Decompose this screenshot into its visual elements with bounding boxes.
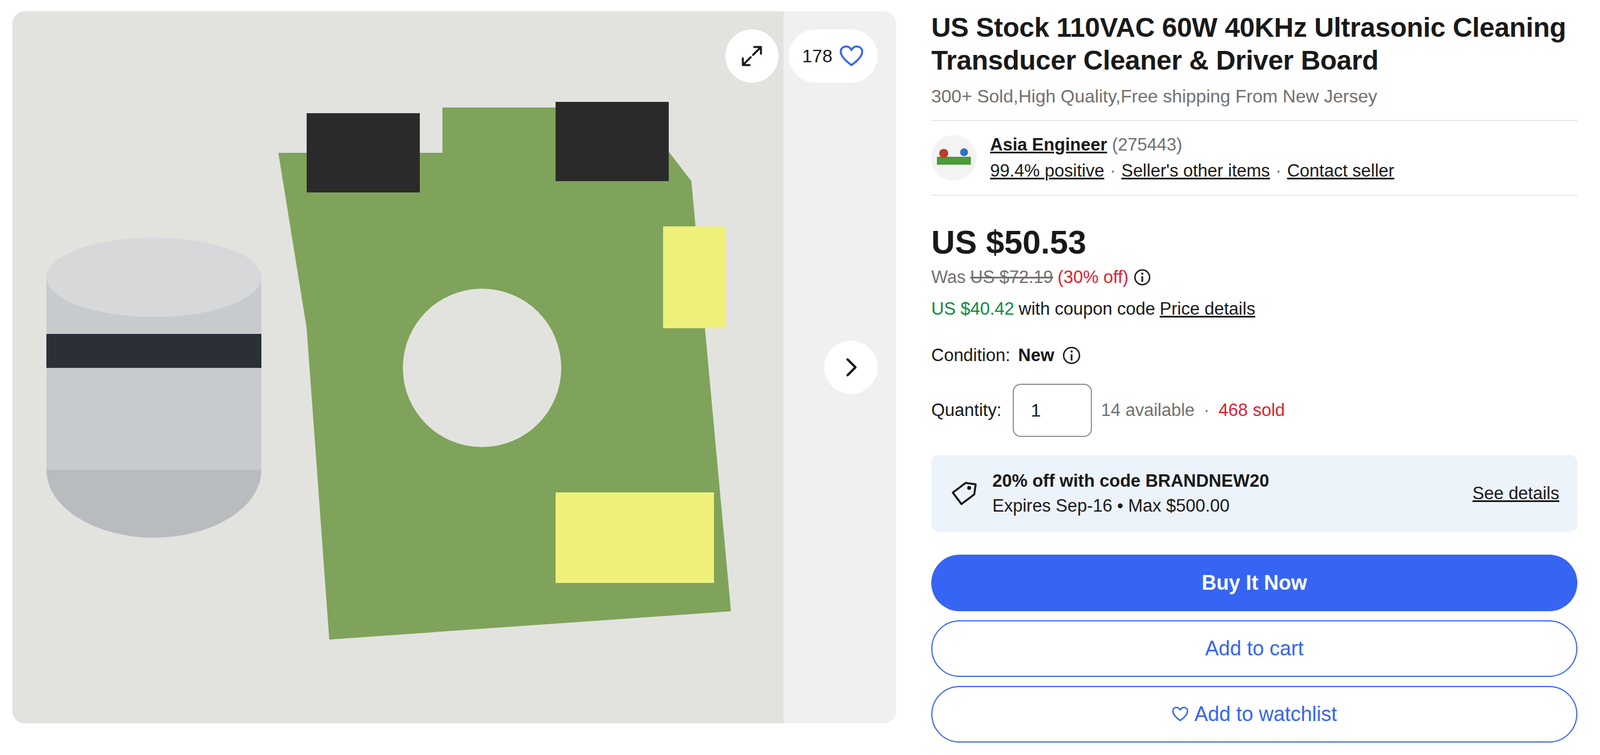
seller-link[interactable]: 99.4% positive [990,159,1105,183]
info-icon [1133,268,1152,287]
divider [931,194,1578,196]
coupon-text: with coupon code [1018,297,1156,321]
seller-info: Asia Engineer (275443)99.4% positive·Sel… [931,133,1578,183]
watchers-button[interactable]: 178 [788,29,878,83]
seller-name-link[interactable]: Asia Engineer [990,134,1108,155]
item-info: US Stock 110VAC 60W 40KHz Ultrasonic Cle… [931,11,1578,743]
condition-value: New [1018,343,1055,367]
seller-logo-icon [931,135,977,181]
tag-icon [949,479,978,508]
seller-name-line: Asia Engineer (275443) [990,133,1395,157]
quantity-input[interactable] [1012,383,1092,437]
condition: Condition: New [931,343,1578,367]
watchers-count: 178 [802,45,833,67]
was-price: US $72.19 [970,265,1054,289]
chevron-right-icon [839,355,863,379]
info-icon [1061,345,1082,365]
price-details-link[interactable]: Price details [1159,297,1256,321]
seller-link[interactable]: Contact seller [1287,159,1395,183]
expand-button[interactable] [725,29,779,83]
add-to-cart-button[interactable]: Add to cart [931,620,1578,677]
product-photo-art [12,11,784,724]
seller-avatar[interactable] [931,135,977,181]
product-photo[interactable] [12,11,784,724]
item-subtitle: 300+ Sold,High Quality,Free shipping Fro… [931,84,1578,108]
image-gallery: 178 [12,11,897,724]
listing-page: 178 US Stock 110VAC 60W 40KHz Ultrasonic … [0,0,1600,743]
discount: (30% off) [1057,265,1129,289]
watchlist-button[interactable]: Add to watchlist [931,685,1578,743]
quantity: Quantity: 14 available · 468 sold [931,383,1578,437]
promo-text: 20% off with code BRANDNEW20Expires Sep-… [992,469,1458,518]
was-label: Was [931,265,966,289]
was-price-line: WasUS $72.19(30% off) [931,265,1578,289]
feedback-count: (275443) [1111,134,1182,155]
expand-icon [739,43,765,69]
seller-lines: Asia Engineer (275443)99.4% positive·Sel… [990,133,1395,183]
promo-subtitle: Expires Sep-16 • Max $500.00 [992,494,1458,518]
available-count: 14 available [1100,400,1195,421]
button-label: Add to watchlist [1194,702,1337,726]
heart-icon [839,44,864,68]
buy-it-now-button[interactable]: Buy It Now [931,554,1578,612]
separator: · [1110,159,1116,183]
promo-banner: 20% off with code BRANDNEW20Expires Sep-… [931,454,1578,532]
heart-icon [1171,706,1189,722]
seller-link[interactable]: Seller's other items [1121,159,1271,183]
coupon-price-line: US $40.42with coupon codePrice details [931,297,1578,321]
sold-count: 468 sold [1218,400,1285,421]
button-label: Buy It Now [1201,570,1307,595]
separator: · [1275,159,1282,183]
quantity-label: Quantity: [931,400,1002,421]
coupon-price: US $40.42 [931,297,1015,321]
current-price: US $50.53 [931,222,1578,262]
seller-links: 99.4% positive·Seller's other items·Cont… [990,159,1395,183]
promo-title: 20% off with code BRANDNEW20 [992,469,1458,493]
separator: · [1203,400,1210,421]
next-image-button[interactable] [824,340,878,394]
button-label: Add to cart [1205,636,1304,661]
condition-label: Condition: [931,343,1011,367]
divider [931,119,1578,122]
action-buttons: Buy It Now Add to cart Add to watchlist [931,554,1578,743]
item-title: US Stock 110VAC 60W 40KHz Ultrasonic Cle… [931,11,1578,77]
see-details-link[interactable]: See details [1472,483,1560,504]
